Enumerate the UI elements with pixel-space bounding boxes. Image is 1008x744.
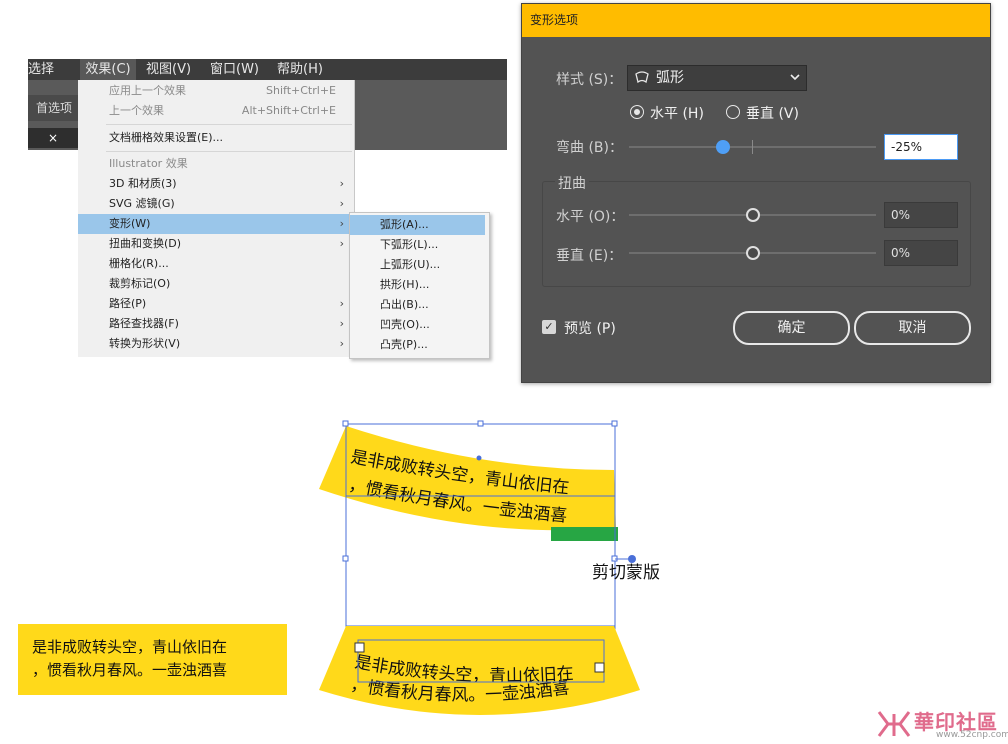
green-swatch — [551, 527, 618, 541]
watermark: 華印社區 www.52cnp.com — [876, 706, 1008, 742]
clipping-mask-label: 剪切蒙版 — [592, 563, 660, 583]
watermark-logo-icon — [877, 711, 911, 737]
flat-text-line2: ，惯看秋月春风。一壶浊酒喜 — [32, 661, 228, 679]
watermark-url: www.52cnp.com — [936, 730, 1008, 740]
flat-text-line1: 是非成败转头空，青山依旧在 — [32, 638, 228, 656]
flat-text-box: 是非成败转头空，青山依旧在 ，惯看秋月春风。一壶浊酒喜 — [18, 624, 287, 695]
